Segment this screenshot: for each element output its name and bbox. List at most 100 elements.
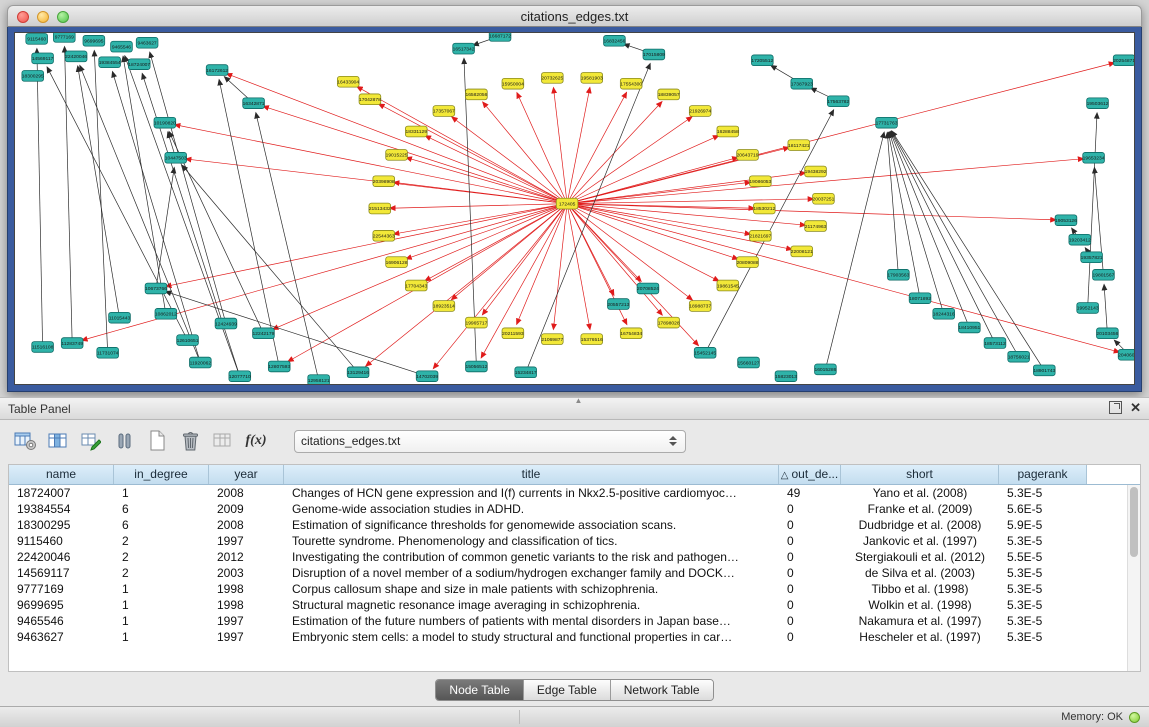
scrollbar-thumb[interactable] [1130,487,1138,557]
graph-node[interactable]: 20103456 [1096,328,1118,339]
table-options-icon[interactable] [12,428,38,454]
graph-node[interactable]: 17357067 [433,106,455,117]
table-row[interactable]: 946554611997Estimation of the future num… [9,613,1140,629]
graph-node[interactable]: 21821697 [749,230,771,241]
graph-node[interactable]: 17704343 [405,280,427,291]
graph-node[interactable]: 18244316 [933,308,955,319]
graph-node[interactable]: 10673766 [145,283,167,294]
table-row[interactable]: 1456911722003Disruption of a novel membe… [9,565,1140,581]
graph-node[interactable]: 15056512 [465,361,487,372]
graph-node[interactable]: 19384554 [99,57,121,68]
graph-node[interactable]: 19503612 [1087,98,1109,109]
graph-node[interactable]: 17898028 [658,317,680,328]
tab-edge-table[interactable]: Edge Table [524,680,611,700]
graph-node[interactable]: 10862012 [155,308,177,319]
graph-node[interactable]: 16687172 [489,33,511,41]
graph-node[interactable]: 15376516 [581,334,603,345]
graph-node[interactable]: 18573112 [984,338,1006,349]
network-canvas[interactable]: 1724051853021219086053206437191628845821… [15,33,1134,384]
graph-node[interactable]: 18117421 [788,140,810,151]
graph-node[interactable]: 22544363 [373,230,395,241]
rows-icon[interactable] [111,428,137,454]
table-row[interactable]: 969969511998Structural magnetic resonanc… [9,597,1140,613]
graph-node[interactable]: 12610651 [177,335,199,346]
graph-node[interactable]: 16015286 [814,364,836,375]
graph-node[interactable]: 20809088 [737,257,759,268]
graph-node[interactable]: 18756021 [1008,351,1030,362]
graph-node[interactable]: 17563782 [827,96,849,107]
column-header-out-degree[interactable]: △out_de... [779,465,841,484]
table-row[interactable]: 946362711997Embryonic stem cells: a mode… [9,629,1140,645]
graph-node[interactable]: 16342871 [243,98,265,109]
graph-node[interactable]: 9777169 [53,33,75,42]
edit-table-icon[interactable] [78,428,104,454]
graph-node[interactable]: 19015225 [386,150,408,161]
graph-node[interactable]: 19086053 [749,176,771,187]
graph-node[interactable]: 20643719 [737,150,759,161]
graph-node[interactable]: 11516108 [32,342,54,353]
graph-node[interactable]: 22420046 [65,51,87,62]
new-document-icon[interactable] [144,428,170,454]
column-header-in-degree[interactable]: in_degree [114,465,209,484]
table-row[interactable]: 1830029562008Estimation of significance … [9,517,1140,533]
float-panel-icon[interactable] [1109,401,1122,414]
graph-node[interactable]: 9463627 [136,37,158,48]
graph-node[interactable]: 18901743 [1033,365,1055,376]
graph-node[interactable]: 19965717 [465,317,487,328]
graph-node[interactable]: 20398908 [373,176,395,187]
close-panel-icon[interactable]: ✕ [1130,401,1141,414]
graph-node[interactable]: 15950004 [502,78,524,89]
table-row[interactable]: 977716911998Corpus callosum shape and si… [9,581,1140,597]
graph-node[interactable]: 22008121 [791,246,813,257]
graph-node[interactable]: 18410951 [958,322,980,333]
graph-node[interactable]: 20406082 [1118,349,1134,360]
graph-node[interactable]: 11731074 [97,347,119,358]
table-selector-dropdown[interactable]: citations_edges.txt [294,430,686,453]
graph-node[interactable]: 18988737 [689,301,711,312]
graph-node[interactable]: 12077710 [229,371,251,382]
graph-node[interactable]: 19203412 [1069,234,1091,245]
graph-node[interactable]: 20732625 [541,72,563,83]
table-row[interactable]: 911546021997Tourette syndrome. Phenomeno… [9,533,1140,549]
column-visibility-icon[interactable] [45,428,71,454]
graph-node[interactable]: 20254871 [1113,55,1134,66]
graph-node[interactable]: 16754834 [620,328,642,339]
graph-node[interactable]: 19801567 [1092,269,1114,280]
graph-node[interactable]: 15452145 [694,347,716,358]
tab-network-table[interactable]: Network Table [611,680,713,700]
graph-node[interactable]: 19952143 [1077,303,1099,314]
graph-node[interactable]: 21513432 [369,203,391,214]
graph-node[interactable]: 17015809 [643,49,665,60]
graph-node[interactable]: 14702039 [416,371,438,382]
table-row[interactable]: 1938455462009Genome-wide association stu… [9,501,1140,517]
graph-node[interactable]: 18300295 [22,71,44,82]
graph-node[interactable]: 20037251 [812,193,834,204]
tab-node-table[interactable]: Node Table [436,680,524,700]
graph-node[interactable]: 9699695 [83,35,105,46]
graph-node[interactable]: 17387923 [791,78,813,89]
column-header-short[interactable]: short [841,465,999,484]
graph-node[interactable]: 21174963 [805,221,827,232]
graph-node[interactable]: 172405 [556,198,578,209]
graph-node[interactable]: 18923514 [433,301,455,312]
graph-node[interactable]: 18071892 [909,293,931,304]
table-row[interactable]: 1872400712008Changes of HCN gene express… [9,485,1140,501]
graph-node[interactable]: 12958121 [308,375,330,384]
graph-node[interactable]: 19438292 [805,166,827,177]
graph-node[interactable]: 21926974 [689,106,711,117]
graph-node[interactable]: 12807593 [268,361,290,372]
graph-node[interactable]: 20708524 [637,283,659,294]
graph-node[interactable]: 17205512 [751,55,773,66]
table-row[interactable]: 2242004622012Investigating the contribut… [9,549,1140,565]
graph-node[interactable]: 11015443 [109,312,131,323]
table-scrollbar[interactable] [1127,485,1140,671]
import-table-icon[interactable] [210,428,236,454]
graph-node[interactable]: 15660127 [738,357,760,368]
graph-node[interactable]: 12424939 [215,318,237,329]
graph-node[interactable]: 19357821 [1081,252,1103,263]
graph-node[interactable]: 17042878 [359,94,381,105]
graph-node[interactable]: 16582056 [465,89,487,100]
graph-node[interactable]: 16172612 [206,65,228,76]
graph-node[interactable]: 20557213 [607,299,629,310]
graph-node[interactable]: 16832456 [603,35,625,46]
